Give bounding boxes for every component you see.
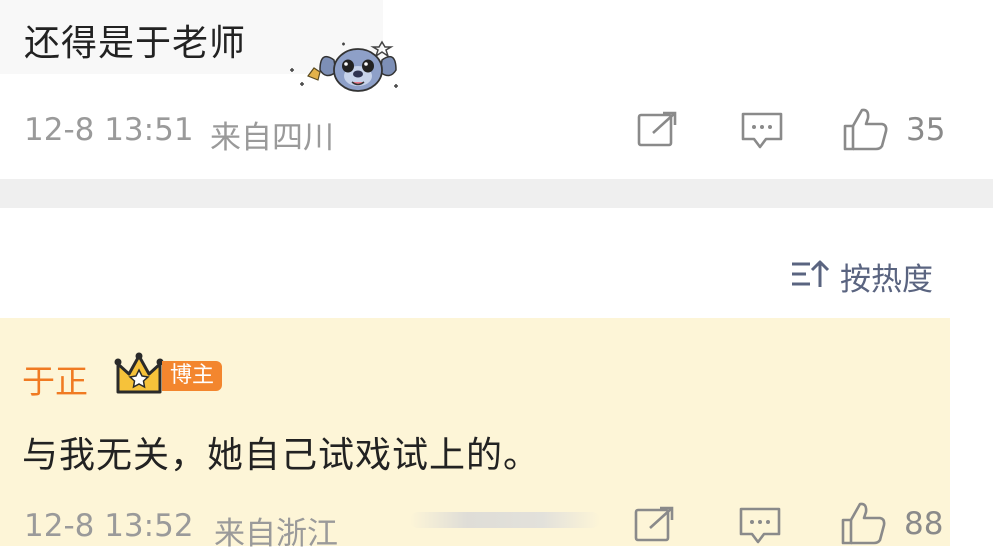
comment-icon[interactable] [740, 111, 784, 155]
section-divider [0, 179, 993, 208]
comment-location: 来自四川 [210, 120, 334, 156]
reply-text: 与我无关，她自己试戏试上的。 [22, 435, 541, 476]
share-icon[interactable] [637, 111, 679, 153]
author-name[interactable]: 于正 [22, 355, 88, 403]
like-count: 88 [904, 506, 944, 542]
blogger-badge: 博主 [162, 361, 223, 391]
sort-button[interactable]: 按热度 [790, 257, 933, 298]
comment-text: 还得是于老师 [24, 23, 247, 64]
reply-timestamp: 12-8 13:52 [24, 508, 194, 544]
like-icon[interactable] [842, 106, 890, 156]
stitch-sticker-icon [282, 38, 408, 100]
sort-label: 按热度 [840, 261, 933, 298]
blurred-region [410, 512, 600, 528]
share-icon[interactable] [634, 506, 676, 548]
sort-icon [790, 257, 832, 295]
crown-icon [114, 352, 164, 396]
reply-location: 来自浙江 [214, 516, 338, 552]
like-icon[interactable] [840, 500, 888, 550]
comment-timestamp: 12-8 13:51 [24, 112, 194, 148]
like-count: 35 [906, 112, 946, 148]
comment-icon[interactable] [738, 506, 782, 550]
